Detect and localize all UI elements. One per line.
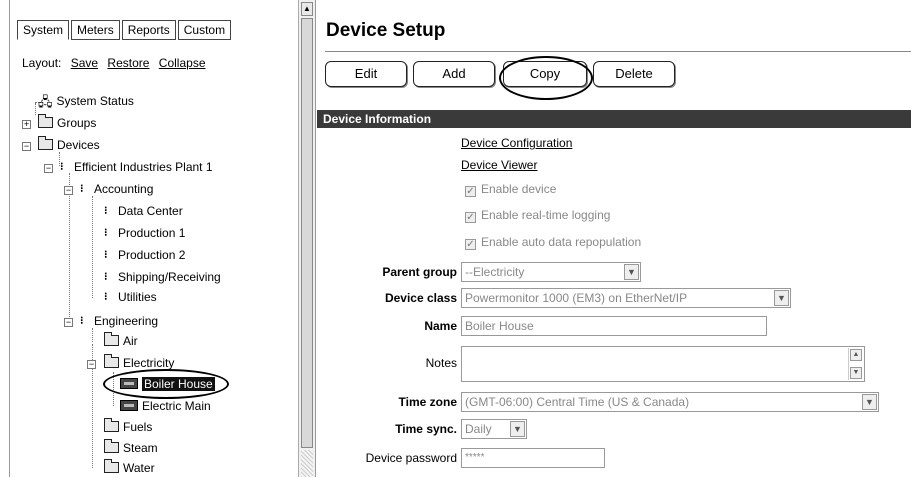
scroll-up-icon[interactable]: ▲ [301, 2, 313, 16]
device-group-icon: ⁝ [104, 204, 108, 218]
check-icon: ✓ [465, 186, 476, 197]
dropdown-arrow-icon: ▼ [624, 264, 639, 280]
device-viewer-link[interactable]: Device Viewer [461, 158, 537, 172]
device-password-input[interactable]: ***** [461, 448, 605, 468]
layout-bar: Layout: Save Restore Collapse [22, 56, 206, 70]
parent-group-select[interactable]: --Electricity ▼ [461, 262, 641, 282]
tree-item-groups[interactable]: Groups [38, 114, 96, 133]
collapse-icon[interactable]: − [64, 318, 73, 327]
dropdown-arrow-icon: ▼ [510, 421, 525, 437]
parent-group-label: Parent group [382, 265, 457, 279]
tree-item-air[interactable]: Air [104, 332, 138, 351]
page-title: Device Setup [326, 20, 446, 41]
notes-textarea[interactable]: ▲ ▼ [461, 346, 865, 382]
expand-icon[interactable]: + [22, 120, 31, 129]
tree-scrollbar[interactable]: ▲ [298, 0, 315, 477]
folder-icon [104, 459, 119, 474]
tab-reports[interactable]: Reports [121, 20, 176, 40]
device-configuration-link[interactable]: Device Configuration [461, 136, 572, 150]
device-group-icon: ⁝ [60, 160, 64, 174]
enable-auto-repopulation-checkbox[interactable]: ✓ Enable auto data repopulation [465, 235, 641, 250]
folder-icon [104, 332, 119, 347]
add-button[interactable]: Add [413, 61, 495, 87]
scroll-down-icon[interactable]: ▼ [850, 367, 862, 379]
scroll-up-icon[interactable]: ▲ [850, 349, 862, 361]
device-password-label: Device password [365, 451, 457, 465]
delete-button[interactable]: Delete [593, 61, 675, 87]
layout-collapse-link[interactable]: Collapse [159, 56, 206, 70]
tab-custom[interactable]: Custom [177, 20, 232, 40]
check-icon: ✓ [465, 239, 476, 250]
navigation-panel: System Meters Reports Custom Layout: Sav… [0, 0, 316, 477]
edit-button[interactable]: Edit [325, 61, 407, 87]
dropdown-arrow-icon: ▼ [774, 290, 789, 306]
check-icon: ✓ [465, 212, 476, 223]
tree-item-production-2[interactable]: ⁝ Production 2 [104, 246, 185, 265]
dropdown-arrow-icon: ▼ [862, 394, 877, 410]
tree-item-production-1[interactable]: ⁝ Production 1 [104, 224, 185, 243]
collapse-icon[interactable]: − [44, 164, 53, 173]
nav-tabs: System Meters Reports Custom [17, 20, 232, 40]
device-group-icon: ⁝ [80, 182, 84, 196]
tree-item-water[interactable]: Water [104, 459, 155, 478]
device-class-select[interactable]: Powermonitor 1000 (EM3) on EtherNet/IP ▼ [461, 288, 791, 308]
highlight-circle [103, 369, 229, 399]
tree-item-electric-main[interactable]: Electric Main [120, 397, 211, 416]
tree-item-shipping-receiving[interactable]: ⁝ Shipping/Receiving [104, 268, 221, 287]
tree-item-utilities[interactable]: ⁝ Utilities [104, 288, 157, 307]
title-divider [325, 51, 911, 52]
tab-meters[interactable]: Meters [71, 20, 120, 40]
panel-edge [9, 0, 10, 477]
folder-icon [38, 114, 53, 129]
tree-item-system-status[interactable]: 🖧 System Status [38, 92, 134, 111]
content-panel: Device Setup Edit Add Copy Delete Device… [317, 0, 911, 477]
device-class-label: Device class [384, 291, 457, 305]
collapse-icon[interactable]: − [22, 142, 31, 151]
folder-open-icon [104, 354, 119, 369]
meter-icon [120, 400, 138, 412]
name-label: Name [424, 319, 457, 333]
tree-line [69, 173, 70, 321]
tree-line [35, 103, 36, 115]
tree-line [92, 196, 93, 298]
layout-label: Layout: [22, 56, 62, 70]
tree-item-steam[interactable]: Steam [104, 439, 158, 458]
time-zone-label: Time zone [398, 395, 457, 409]
network-icon: 🖧 [38, 94, 53, 110]
collapse-icon[interactable]: − [87, 360, 96, 369]
tree-item-engineering[interactable]: ⁝ Engineering [80, 312, 158, 331]
section-header: Device Information [317, 110, 911, 128]
tree-item-devices[interactable]: Devices [38, 136, 100, 155]
notes-label: Notes [425, 356, 457, 370]
device-group-icon: ⁝ [104, 226, 108, 240]
device-group-icon: ⁝ [104, 270, 108, 284]
scroll-thumb[interactable] [301, 18, 313, 448]
tree-item-accounting[interactable]: ⁝ Accounting [80, 180, 153, 199]
tree-item-fuels[interactable]: Fuels [104, 418, 152, 437]
enable-device-checkbox[interactable]: ✓ Enable device [465, 182, 556, 197]
folder-icon [104, 418, 119, 433]
layout-save-link[interactable]: Save [71, 56, 98, 70]
enable-realtime-logging-checkbox[interactable]: ✓ Enable real-time logging [465, 208, 610, 223]
device-group-icon: ⁝ [104, 290, 108, 304]
device-group-icon: ⁝ [80, 314, 84, 328]
time-zone-select[interactable]: (GMT-06:00) Central Time (US & Canada) ▼ [461, 392, 879, 412]
collapse-icon[interactable]: − [64, 186, 73, 195]
tab-system[interactable]: System [17, 20, 70, 40]
device-group-icon: ⁝ [104, 248, 108, 262]
scroll-track[interactable] [301, 450, 313, 477]
tree-item-plant[interactable]: ⁝ Efficient Industries Plant 1 [60, 158, 213, 177]
layout-restore-link[interactable]: Restore [107, 56, 149, 70]
tree-item-data-center[interactable]: ⁝ Data Center [104, 202, 183, 221]
highlight-circle [499, 56, 593, 100]
name-input[interactable]: Boiler House [461, 316, 767, 336]
notes-scrollbar[interactable]: ▲ ▼ [848, 348, 863, 380]
time-sync-select[interactable]: Daily ▼ [461, 419, 527, 439]
time-sync-label: Time sync. [395, 422, 457, 436]
folder-icon [104, 439, 119, 454]
folder-open-icon [38, 136, 53, 151]
